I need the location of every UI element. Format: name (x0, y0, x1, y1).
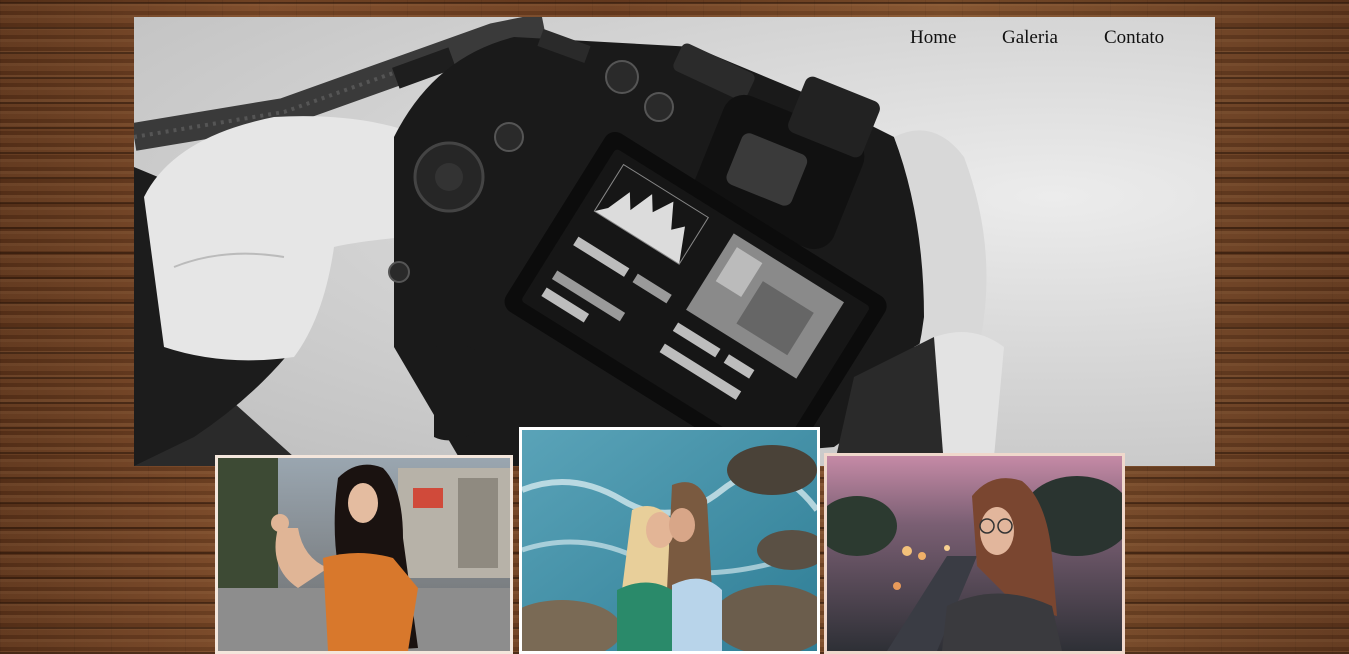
nav-link-home[interactable]: Home (910, 27, 956, 49)
camera-hero-photo (134, 17, 1004, 466)
gallery-photo-2[interactable] (519, 427, 820, 654)
woman-street-photo (218, 458, 510, 651)
nav-link-galeria[interactable]: Galeria (1002, 27, 1058, 49)
main-navigation: Home Galeria Contato (134, 17, 1215, 61)
nav-link-contato[interactable]: Contato (1104, 27, 1164, 49)
woman-dusk-photo (827, 456, 1122, 651)
gallery-photo-3[interactable] (824, 453, 1125, 654)
couple-sea-photo (522, 430, 817, 651)
hero-banner: Home Galeria Contato (134, 17, 1215, 466)
gallery-photo-1[interactable] (215, 455, 513, 654)
